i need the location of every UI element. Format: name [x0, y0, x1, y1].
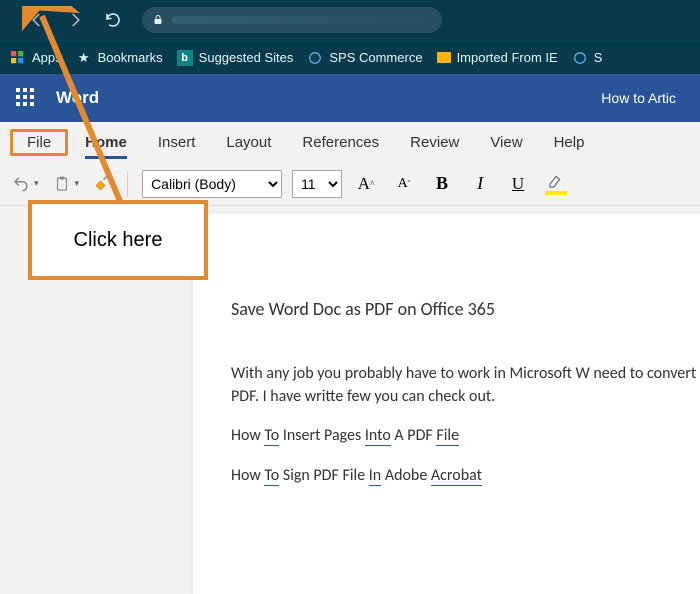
- lock-icon: [152, 14, 164, 26]
- document-page[interactable]: Save Word Doc as PDF on Office 365 With …: [193, 214, 700, 594]
- sps-label: SPS Commerce: [329, 50, 422, 65]
- italic-button[interactable]: I: [466, 170, 494, 198]
- url-bar[interactable]: [142, 7, 442, 33]
- imported-shortcut[interactable]: Imported From IE: [437, 50, 558, 65]
- bookmarks-bar: Apps ★ Bookmarks b Suggested Sites SPS C…: [0, 40, 700, 74]
- back-icon[interactable]: [28, 11, 46, 29]
- apps-shortcut[interactable]: Apps: [10, 50, 62, 66]
- ribbon-tabs: File Home Insert Layout References Revie…: [0, 122, 700, 162]
- format-painter-button[interactable]: [91, 171, 113, 197]
- tab-review[interactable]: Review: [396, 130, 473, 155]
- word-header: Word How to Artic: [0, 74, 700, 122]
- apps-icon: [10, 50, 26, 66]
- app-launcher-icon[interactable]: [16, 88, 36, 108]
- undo-button[interactable]: ▾: [10, 171, 41, 197]
- imported-label: Imported From IE: [457, 50, 558, 65]
- app-name: Word: [56, 88, 99, 108]
- suggested-label: Suggested Sites: [199, 50, 294, 65]
- doc-link-1[interactable]: How To Insert Pages Into A PDF File: [231, 424, 700, 447]
- document-title[interactable]: How to Artic: [601, 90, 676, 106]
- bookmarks-label: Bookmarks: [98, 50, 163, 65]
- globe-icon: [572, 50, 588, 66]
- url-text-blur: [172, 16, 432, 24]
- suggested-shortcut[interactable]: b Suggested Sites: [177, 50, 294, 66]
- highlight-stroke: [545, 191, 567, 195]
- toolbar-divider: [127, 171, 128, 197]
- tab-help[interactable]: Help: [540, 130, 599, 155]
- bold-button[interactable]: B: [428, 170, 456, 198]
- font-size-select[interactable]: 11: [292, 170, 342, 198]
- tab-layout[interactable]: Layout: [212, 130, 285, 155]
- bookmarks-shortcut[interactable]: ★ Bookmarks: [76, 50, 163, 66]
- sps-icon: [307, 50, 323, 66]
- doc-link-2[interactable]: How To Sign PDF File In Adobe Acrobat: [231, 464, 700, 487]
- tab-file[interactable]: File: [10, 129, 68, 156]
- tab-home[interactable]: Home: [71, 130, 141, 155]
- grow-font-button[interactable]: A^: [352, 170, 380, 198]
- reload-icon[interactable]: [104, 11, 122, 29]
- tab-references[interactable]: References: [288, 130, 393, 155]
- apps-label: Apps: [32, 50, 62, 65]
- more-shortcut[interactable]: S: [572, 50, 603, 66]
- paste-button[interactable]: ▾: [51, 170, 82, 198]
- font-family-select[interactable]: Calibri (Body): [142, 170, 282, 198]
- highlight-button[interactable]: [542, 170, 570, 198]
- doc-heading[interactable]: Save Word Doc as PDF on Office 365: [231, 296, 700, 322]
- bing-icon: b: [177, 50, 193, 66]
- star-icon: ★: [76, 50, 92, 66]
- chevron-down-icon: ▾: [75, 178, 80, 189]
- underline-button[interactable]: U: [504, 170, 532, 198]
- more-label: S: [594, 50, 603, 65]
- chevron-down-icon: ▾: [34, 178, 39, 189]
- tab-insert[interactable]: Insert: [144, 130, 210, 155]
- forward-icon[interactable]: [66, 11, 84, 29]
- browser-nav-bar: [0, 0, 700, 40]
- shrink-font-button[interactable]: Aˇ: [390, 170, 418, 198]
- sps-shortcut[interactable]: SPS Commerce: [307, 50, 422, 66]
- annotation-text: Click here: [74, 229, 163, 252]
- annotation-callout: Click here: [28, 200, 208, 280]
- tab-view[interactable]: View: [476, 130, 536, 155]
- doc-paragraph[interactable]: With any job you probably have to work i…: [231, 362, 700, 408]
- folder-icon: [437, 52, 451, 63]
